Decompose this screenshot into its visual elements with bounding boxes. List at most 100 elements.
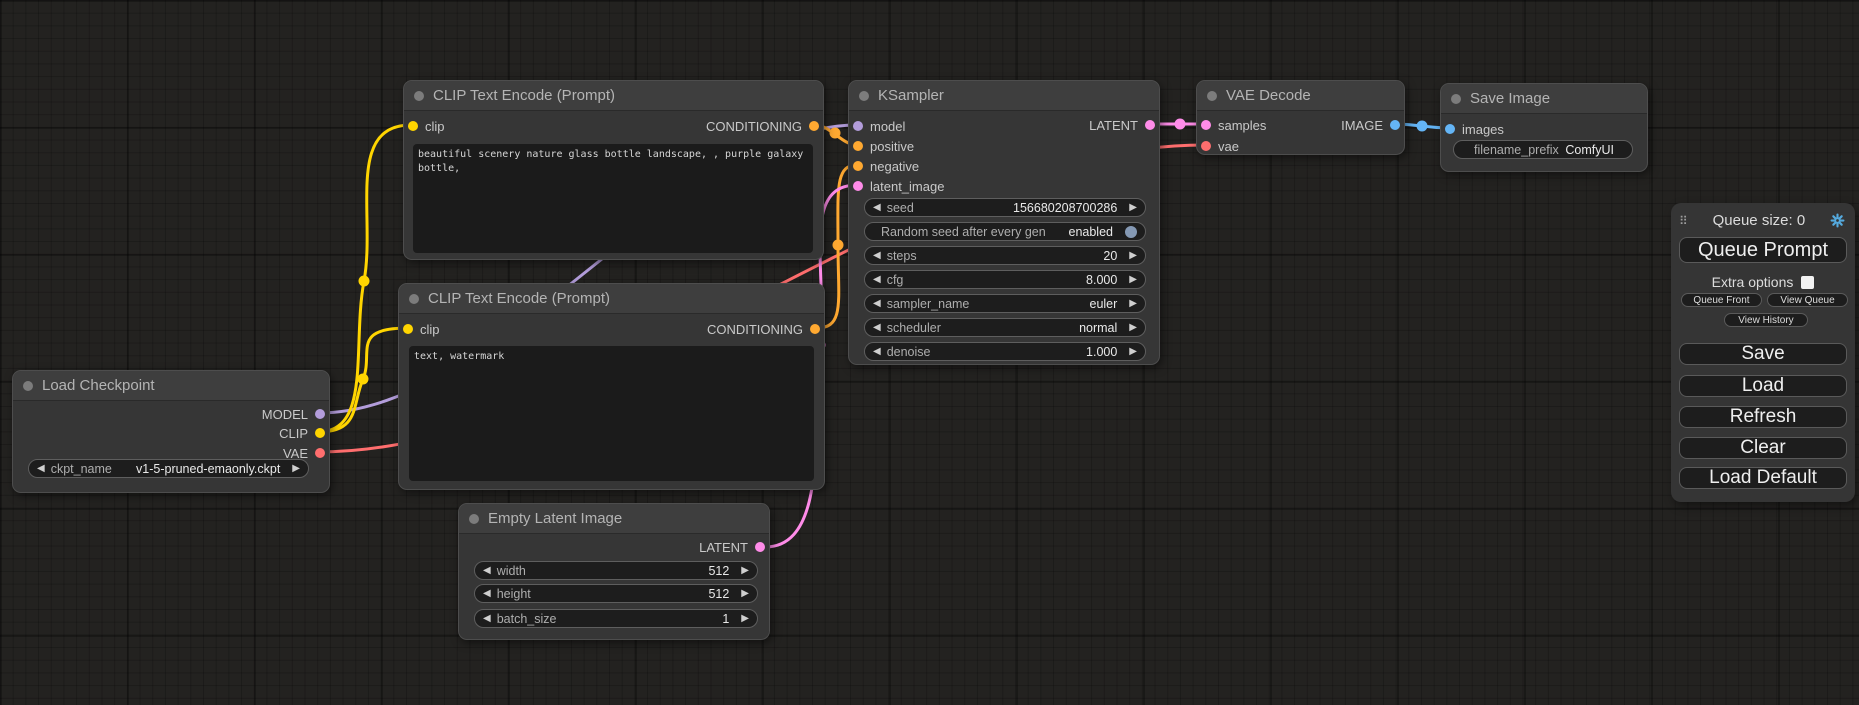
node-titlebar[interactable]: VAE Decode — [1197, 81, 1404, 111]
ckpt-name-widget[interactable]: ckpt_name v1-5-pruned-emaonly.ckpt — [28, 459, 309, 478]
widget-value[interactable]: 8.000 — [1086, 273, 1117, 287]
node-ksampler[interactable]: KSampler model positive negative latent_… — [848, 80, 1160, 365]
settings-gear-icon[interactable] — [1830, 213, 1845, 228]
increment-arrow-icon[interactable] — [1123, 323, 1137, 333]
widget-value[interactable]: ComfyUI — [1565, 143, 1624, 157]
widget-value[interactable]: 156680208700286 — [1013, 201, 1117, 215]
collapse-dot-icon[interactable] — [23, 381, 33, 391]
output-dot-latent[interactable] — [755, 542, 765, 552]
load-default-button[interactable]: Load Default — [1679, 467, 1847, 489]
increment-arrow-icon[interactable] — [286, 464, 300, 474]
output-dot-clip[interactable] — [315, 428, 325, 438]
node-empty-latent-image[interactable]: Empty Latent Image LATENT width 512 heig… — [458, 503, 770, 640]
input-dot-samples[interactable] — [1201, 120, 1211, 130]
input-slot-clip[interactable]: clip — [408, 116, 445, 136]
output-slot-model[interactable]: MODEL — [262, 404, 325, 424]
increment-arrow-icon[interactable] — [1123, 251, 1137, 261]
decrement-arrow-icon[interactable] — [483, 614, 491, 624]
collapse-dot-icon[interactable] — [409, 294, 419, 304]
widget-value[interactable]: enabled — [1069, 225, 1114, 239]
increment-arrow-icon[interactable] — [735, 614, 749, 624]
collapse-dot-icon[interactable] — [1207, 91, 1217, 101]
comfyui-canvas[interactable]: { "colors": { "model": "#B39DDB", "clip"… — [0, 0, 1859, 705]
input-slot-positive[interactable]: positive — [853, 136, 914, 156]
decrement-arrow-icon[interactable] — [873, 323, 881, 333]
input-slot-samples[interactable]: samples — [1201, 115, 1266, 135]
scheduler-widget[interactable]: scheduler normal — [864, 318, 1146, 337]
increment-arrow-icon[interactable] — [1123, 347, 1137, 357]
load-button[interactable]: Load — [1679, 375, 1847, 397]
collapse-dot-icon[interactable] — [1451, 94, 1461, 104]
widget-value[interactable]: euler — [1090, 297, 1118, 311]
output-dot-model[interactable] — [315, 409, 325, 419]
node-load-checkpoint[interactable]: Load Checkpoint MODEL CLIP VAE ckpt_name… — [12, 370, 330, 493]
view-queue-button[interactable]: View Queue — [1767, 293, 1848, 307]
filename-prefix-widget[interactable]: filename_prefix ComfyUI — [1453, 140, 1633, 159]
sampler-name-widget[interactable]: sampler_name euler — [864, 294, 1146, 313]
output-dot-latent[interactable] — [1145, 120, 1155, 130]
view-history-button[interactable]: View History — [1724, 313, 1808, 327]
output-slot-conditioning[interactable]: CONDITIONING — [707, 319, 820, 339]
collapse-dot-icon[interactable] — [414, 91, 424, 101]
node-vae-decode[interactable]: VAE Decode samples vae IMAGE — [1196, 80, 1405, 155]
node-titlebar[interactable]: KSampler — [849, 81, 1159, 111]
prompt-textarea[interactable]: beautiful scenery nature glass bottle la… — [413, 144, 813, 253]
node-clip-text-encode-positive[interactable]: CLIP Text Encode (Prompt) clip CONDITION… — [403, 80, 824, 260]
output-dot-conditioning[interactable] — [810, 324, 820, 334]
steps-widget[interactable]: steps 20 — [864, 246, 1146, 265]
decrement-arrow-icon[interactable] — [873, 251, 881, 261]
output-slot-conditioning[interactable]: CONDITIONING — [706, 116, 819, 136]
increment-arrow-icon[interactable] — [1123, 299, 1137, 309]
decrement-arrow-icon[interactable] — [37, 464, 45, 474]
widget-value[interactable]: 20 — [1103, 249, 1117, 263]
widget-value[interactable]: 1.000 — [1086, 345, 1117, 359]
input-dot-latent-image[interactable] — [853, 181, 863, 191]
output-slot-clip[interactable]: CLIP — [279, 423, 325, 443]
cfg-widget[interactable]: cfg 8.000 — [864, 270, 1146, 289]
queue-front-button[interactable]: Queue Front — [1681, 293, 1762, 307]
widget-value[interactable]: 512 — [708, 587, 729, 601]
input-slot-clip[interactable]: clip — [403, 319, 440, 339]
widget-value[interactable]: v1-5-pruned-emaonly.ckpt — [136, 462, 280, 476]
input-dot-images[interactable] — [1445, 124, 1455, 134]
extra-options-checkbox[interactable] — [1801, 276, 1814, 289]
node-titlebar[interactable]: Load Checkpoint — [13, 371, 329, 401]
queue-panel[interactable]: ⠿ Queue size: 0 Queue Prompt Extra optio… — [1671, 203, 1855, 502]
boolean-toggle-icon[interactable] — [1125, 226, 1137, 238]
node-save-image[interactable]: Save Image images filename_prefix ComfyU… — [1440, 83, 1648, 172]
input-slot-model[interactable]: model — [853, 116, 905, 136]
prompt-textarea[interactable]: text, watermark — [409, 346, 814, 481]
input-dot-negative[interactable] — [853, 161, 863, 171]
increment-arrow-icon[interactable] — [735, 589, 749, 599]
node-clip-text-encode-negative[interactable]: CLIP Text Encode (Prompt) clip CONDITION… — [398, 283, 825, 490]
widget-value[interactable]: normal — [1079, 321, 1117, 335]
collapse-dot-icon[interactable] — [859, 91, 869, 101]
height-widget[interactable]: height 512 — [474, 584, 758, 603]
decrement-arrow-icon[interactable] — [483, 566, 491, 576]
seed-widget[interactable]: seed 156680208700286 — [864, 198, 1146, 217]
output-dot-image[interactable] — [1390, 120, 1400, 130]
output-slot-latent[interactable]: LATENT — [1089, 115, 1155, 135]
collapse-dot-icon[interactable] — [469, 514, 479, 524]
output-slot-latent[interactable]: LATENT — [699, 537, 765, 557]
widget-value[interactable]: 512 — [708, 564, 729, 578]
refresh-button[interactable]: Refresh — [1679, 406, 1847, 428]
drag-handle-icon[interactable]: ⠿ — [1679, 215, 1688, 227]
node-titlebar[interactable]: CLIP Text Encode (Prompt) — [399, 284, 824, 314]
decrement-arrow-icon[interactable] — [873, 299, 881, 309]
input-dot-clip[interactable] — [403, 324, 413, 334]
decrement-arrow-icon[interactable] — [483, 589, 491, 599]
input-dot-vae[interactable] — [1201, 141, 1211, 151]
width-widget[interactable]: width 512 — [474, 561, 758, 580]
batch-size-widget[interactable]: batch_size 1 — [474, 609, 758, 628]
decrement-arrow-icon[interactable] — [873, 347, 881, 357]
random-seed-widget[interactable]: Random seed after every gen enabled — [864, 222, 1146, 241]
input-dot-model[interactable] — [853, 121, 863, 131]
decrement-arrow-icon[interactable] — [873, 203, 881, 213]
input-slot-images[interactable]: images — [1445, 119, 1504, 139]
node-titlebar[interactable]: CLIP Text Encode (Prompt) — [404, 81, 823, 111]
input-slot-negative[interactable]: negative — [853, 156, 919, 176]
queue-prompt-button[interactable]: Queue Prompt — [1679, 237, 1847, 263]
output-dot-conditioning[interactable] — [809, 121, 819, 131]
clear-button[interactable]: Clear — [1679, 437, 1847, 459]
